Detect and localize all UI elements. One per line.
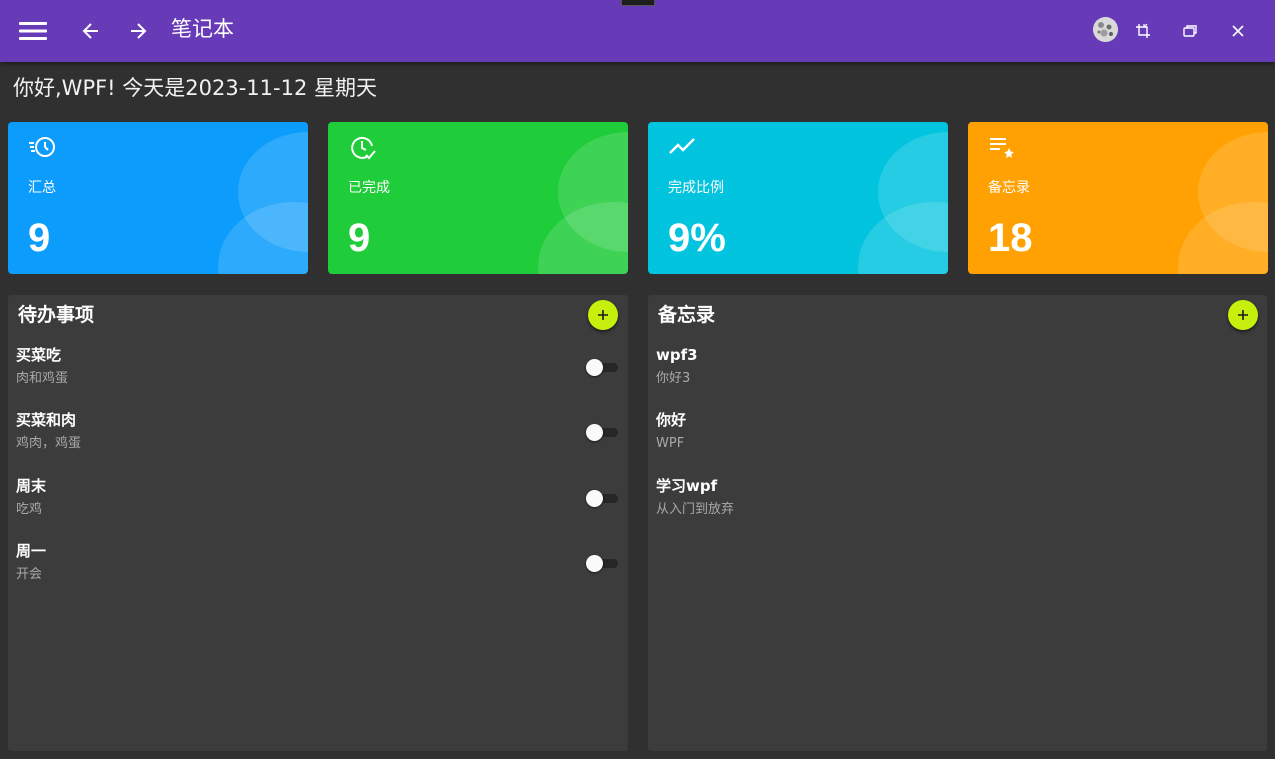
todo-item[interactable]: 周一 开会	[16, 541, 46, 584]
todo-done-toggle[interactable]	[584, 553, 618, 573]
todo-panel: 待办事项 买菜吃 肉和鸡蛋 买菜和肉 鸡肉，鸡蛋 周末 吃鸡 周一 开会	[8, 295, 628, 751]
app-title: 笔记本	[171, 17, 234, 41]
stat-label: 已完成	[348, 180, 390, 196]
history-clock-icon	[28, 135, 58, 161]
todo-item[interactable]: 周末 吃鸡	[16, 476, 46, 519]
arrow-right-icon[interactable]	[121, 14, 155, 48]
memo-item-title: wpf3	[656, 346, 698, 364]
todo-done-toggle[interactable]	[584, 357, 618, 377]
add-memo-button[interactable]	[1228, 300, 1258, 330]
memo-panel: 备忘录 wpf3 你好3 你好 WPF 学习wpf 从入门到放弃	[648, 295, 1267, 751]
stat-card-ratio[interactable]: 完成比例 9%	[648, 122, 948, 274]
todo-item-content: 肉和鸡蛋	[16, 371, 69, 386]
todo-item-content: 吃鸡	[16, 502, 43, 517]
todo-item-title: 买菜和肉	[16, 411, 77, 429]
clock-check-icon	[348, 135, 378, 161]
avatar[interactable]	[1093, 17, 1118, 42]
memo-item[interactable]: 你好 WPF	[656, 410, 686, 453]
menu-icon[interactable]	[16, 14, 50, 48]
memo-item[interactable]: 学习wpf 从入门到放弃	[656, 476, 734, 519]
memo-item[interactable]: wpf3 你好3	[656, 345, 698, 388]
memo-item-content: 你好3	[656, 371, 691, 386]
todo-item-content: 鸡肉，鸡蛋	[16, 436, 82, 451]
greeting-text: 你好,WPF! 今天是2023-11-12 星期天	[13, 76, 377, 100]
maximize-icon[interactable]	[1173, 14, 1207, 48]
window-drag-handle[interactable]	[621, 0, 655, 6]
restore-crop-icon[interactable]	[1126, 14, 1160, 48]
add-todo-button[interactable]	[588, 300, 618, 330]
arrow-left-icon[interactable]	[74, 14, 108, 48]
stat-value: 9%	[668, 216, 726, 260]
todo-done-toggle[interactable]	[584, 422, 618, 442]
stat-value: 9	[28, 216, 51, 260]
todo-panel-title: 待办事项	[18, 304, 95, 326]
stat-label: 汇总	[28, 180, 56, 196]
memo-item-title: 学习wpf	[656, 477, 718, 495]
plus-icon	[598, 310, 608, 320]
todo-item-title: 周末	[16, 477, 47, 495]
todo-item-title: 周一	[16, 542, 47, 560]
trending-line-icon	[668, 135, 698, 161]
plus-icon	[1238, 310, 1248, 320]
todo-item[interactable]: 买菜和肉 鸡肉，鸡蛋	[16, 410, 81, 453]
stat-value: 9	[348, 216, 371, 260]
stat-card-summary[interactable]: 汇总 9	[8, 122, 308, 274]
todo-item-title: 买菜吃	[16, 346, 62, 364]
memo-item-title: 你好	[656, 411, 687, 429]
playlist-star-icon	[988, 135, 1018, 161]
memo-panel-title: 备忘录	[658, 304, 716, 326]
close-icon[interactable]	[1221, 14, 1255, 48]
stat-value: 18	[988, 216, 1033, 260]
todo-item-content: 开会	[16, 567, 43, 582]
stat-label: 备忘录	[988, 180, 1030, 196]
app-bar: 笔记本	[0, 0, 1275, 62]
memo-item-content: WPF	[656, 436, 685, 451]
stat-label: 完成比例	[668, 180, 724, 196]
memo-item-content: 从入门到放弃	[656, 502, 735, 517]
stat-card-memo[interactable]: 备忘录 18	[968, 122, 1268, 274]
todo-done-toggle[interactable]	[584, 488, 618, 508]
todo-item[interactable]: 买菜吃 肉和鸡蛋	[16, 345, 68, 388]
stat-card-completed[interactable]: 已完成 9	[328, 122, 628, 274]
